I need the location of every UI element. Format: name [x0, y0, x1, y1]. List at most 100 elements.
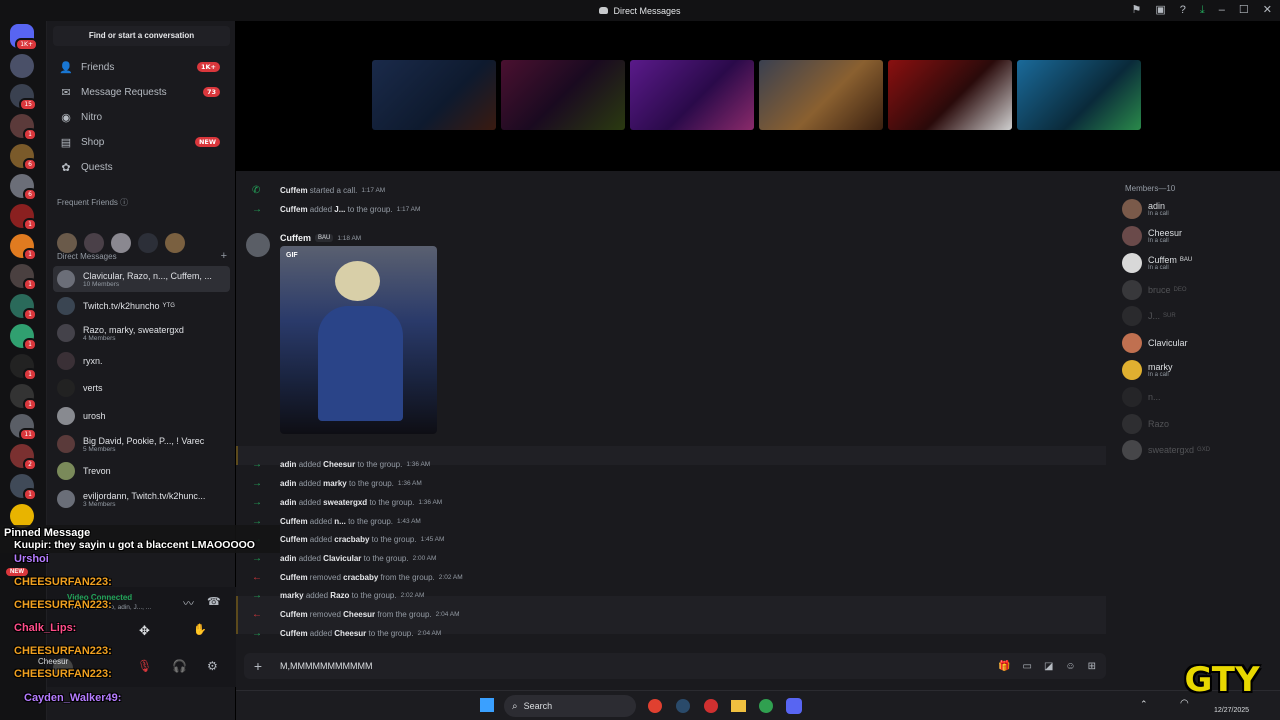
dm-item[interactable]: verts: [53, 375, 230, 401]
member-item[interactable]: Cheesur In a call: [1122, 223, 1272, 249]
message-avatar[interactable]: [246, 233, 270, 257]
member-item[interactable]: adin In a call: [1122, 196, 1272, 222]
info-icon[interactable]: ⓘ: [120, 198, 128, 207]
server-icon[interactable]: 1: [10, 114, 37, 141]
server-icon[interactable]: 1: [10, 324, 37, 351]
dm-item[interactable]: Twitch.tv/k2huncho YTG: [53, 293, 230, 319]
friend-avatar[interactable]: [57, 233, 77, 253]
nav-message-requests[interactable]: ✉ Message Requests 73: [53, 81, 230, 103]
chrome-icon[interactable]: [759, 699, 773, 713]
dm-item[interactable]: Razo, marky, sweatergxd 4 Members: [53, 320, 230, 346]
server-icon[interactable]: 6: [10, 174, 37, 201]
inbox-flag-icon[interactable]: ⚑: [1132, 3, 1142, 18]
username[interactable]: adin: [280, 498, 296, 507]
taskbar-search[interactable]: ⌕ Search: [504, 695, 636, 717]
friends-badge: 1K+: [196, 62, 220, 72]
windows-start-icon[interactable]: [480, 698, 494, 712]
server-icon[interactable]: 6: [10, 144, 37, 171]
friend-avatar[interactable]: [84, 233, 104, 253]
server-icon[interactable]: 1: [10, 234, 37, 261]
nav-quests[interactable]: ✿ Quests: [53, 156, 230, 178]
download-icon[interactable]: ⤓: [1200, 3, 1205, 18]
video-tile[interactable]: [759, 60, 883, 130]
username[interactable]: marky: [323, 479, 347, 488]
friend-avatar[interactable]: [165, 233, 185, 253]
video-tile[interactable]: [888, 60, 1012, 130]
server-icon[interactable]: 11: [10, 414, 37, 441]
friend-avatar[interactable]: [111, 233, 131, 253]
username[interactable]: cracbaby: [343, 573, 378, 582]
video-tile[interactable]: [1017, 60, 1141, 130]
friend-avatar[interactable]: [138, 233, 158, 253]
gift-icon[interactable]: 🎁: [998, 661, 1010, 672]
username[interactable]: Clavicular: [323, 554, 361, 563]
emoji-icon[interactable]: ☺: [1065, 661, 1075, 672]
server-icon[interactable]: 1: [10, 204, 37, 231]
home-button[interactable]: 1K+: [10, 24, 38, 51]
video-tile[interactable]: [501, 60, 625, 130]
minimize-icon[interactable]: –: [1219, 3, 1225, 18]
file-explorer-icon[interactable]: [731, 700, 746, 712]
member-item[interactable]: Clavicular: [1122, 330, 1272, 356]
gif-attachment[interactable]: GIF: [280, 246, 437, 434]
username[interactable]: Cheesur: [343, 610, 375, 619]
username[interactable]: sweatergxd: [323, 498, 367, 507]
dm-item[interactable]: Clavicular, Razo, n..., Cuffem, ... 10 Me…: [53, 266, 230, 292]
tray-chevron-icon[interactable]: ⌃: [1140, 699, 1148, 710]
dm-item[interactable]: eviljordann, Twitch.tv/k2hunc... 3 Member…: [53, 486, 230, 512]
member-item[interactable]: bruce DEO: [1122, 277, 1272, 303]
system-message: → Cuffem added J... to the group. 1:17 A…: [252, 203, 421, 215]
dm-item[interactable]: urosh: [53, 403, 230, 429]
member-item[interactable]: sweatergxd GXD: [1122, 437, 1272, 463]
username[interactable]: adin: [280, 479, 296, 488]
server-icon[interactable]: 1: [10, 384, 37, 411]
help-icon[interactable]: ?: [1180, 3, 1186, 18]
gif-picker-icon[interactable]: ▭: [1022, 661, 1031, 672]
server-icon[interactable]: 15: [10, 84, 37, 111]
message-composer[interactable]: + M,MMMMMMMMMMM 🎁 ▭ ◪ ☺ ⊞: [244, 653, 1106, 679]
server-icon[interactable]: [10, 54, 34, 78]
member-item[interactable]: J... SUR: [1122, 303, 1272, 329]
discord-taskbar-icon[interactable]: [786, 698, 802, 714]
username[interactable]: Cheesur: [323, 460, 355, 469]
member-item[interactable]: Cuffem BAU In a call: [1122, 250, 1272, 276]
chrome-icon[interactable]: [648, 699, 662, 713]
clock-date[interactable]: 12/27/2025: [1214, 707, 1249, 714]
add-dm-icon[interactable]: +: [221, 250, 227, 262]
dm-item[interactable]: Big David, Pookie, P..., ! Varec 5 Member…: [53, 431, 230, 457]
server-icon[interactable]: 1: [10, 354, 37, 381]
find-conversation-button[interactable]: Find or start a conversation: [53, 26, 230, 46]
apps-icon[interactable]: ⊞: [1088, 661, 1096, 672]
server-icon[interactable]: 1: [10, 474, 37, 501]
username[interactable]: Cheesur: [334, 629, 366, 638]
username[interactable]: Razo: [330, 591, 349, 600]
server-icon[interactable]: 1: [10, 264, 37, 291]
avatar: [57, 490, 75, 508]
video-tile[interactable]: [630, 60, 754, 130]
username[interactable]: adin: [280, 460, 296, 469]
nav-nitro[interactable]: ◉ Nitro: [53, 106, 230, 128]
video-tile[interactable]: [372, 60, 496, 130]
maximize-icon[interactable]: ☐: [1239, 3, 1249, 18]
member-item[interactable]: marky In a call: [1122, 357, 1272, 383]
member-item[interactable]: n...: [1122, 384, 1272, 410]
close-icon[interactable]: ✕: [1263, 3, 1272, 18]
username[interactable]: n...: [334, 517, 346, 526]
nav-shop[interactable]: ▤ Shop NEW: [53, 131, 230, 153]
avatar: [1122, 226, 1142, 246]
chat-user: CHEESURFAN223:: [14, 576, 112, 588]
username[interactable]: cracbaby: [334, 535, 369, 544]
server-icon[interactable]: 2: [10, 444, 37, 471]
sticker-icon[interactable]: ◪: [1044, 661, 1053, 672]
composer-input[interactable]: M,MMMMMMMMMMM: [280, 661, 372, 671]
title-bar: Direct Messages ⚑ ▣ ? ⤓ – ☐ ✕: [0, 0, 1280, 21]
steam-icon[interactable]: [676, 699, 690, 713]
window-title: Direct Messages: [599, 6, 681, 16]
member-item[interactable]: Razo: [1122, 411, 1272, 437]
nav-friends[interactable]: 👤 Friends 1K+: [53, 56, 230, 78]
dm-item[interactable]: Trevon: [53, 458, 230, 484]
dm-item[interactable]: ryxn.: [53, 348, 230, 374]
app-icon[interactable]: [704, 699, 718, 713]
screen-icon[interactable]: ▣: [1155, 3, 1165, 18]
server-icon[interactable]: 1: [10, 294, 37, 321]
